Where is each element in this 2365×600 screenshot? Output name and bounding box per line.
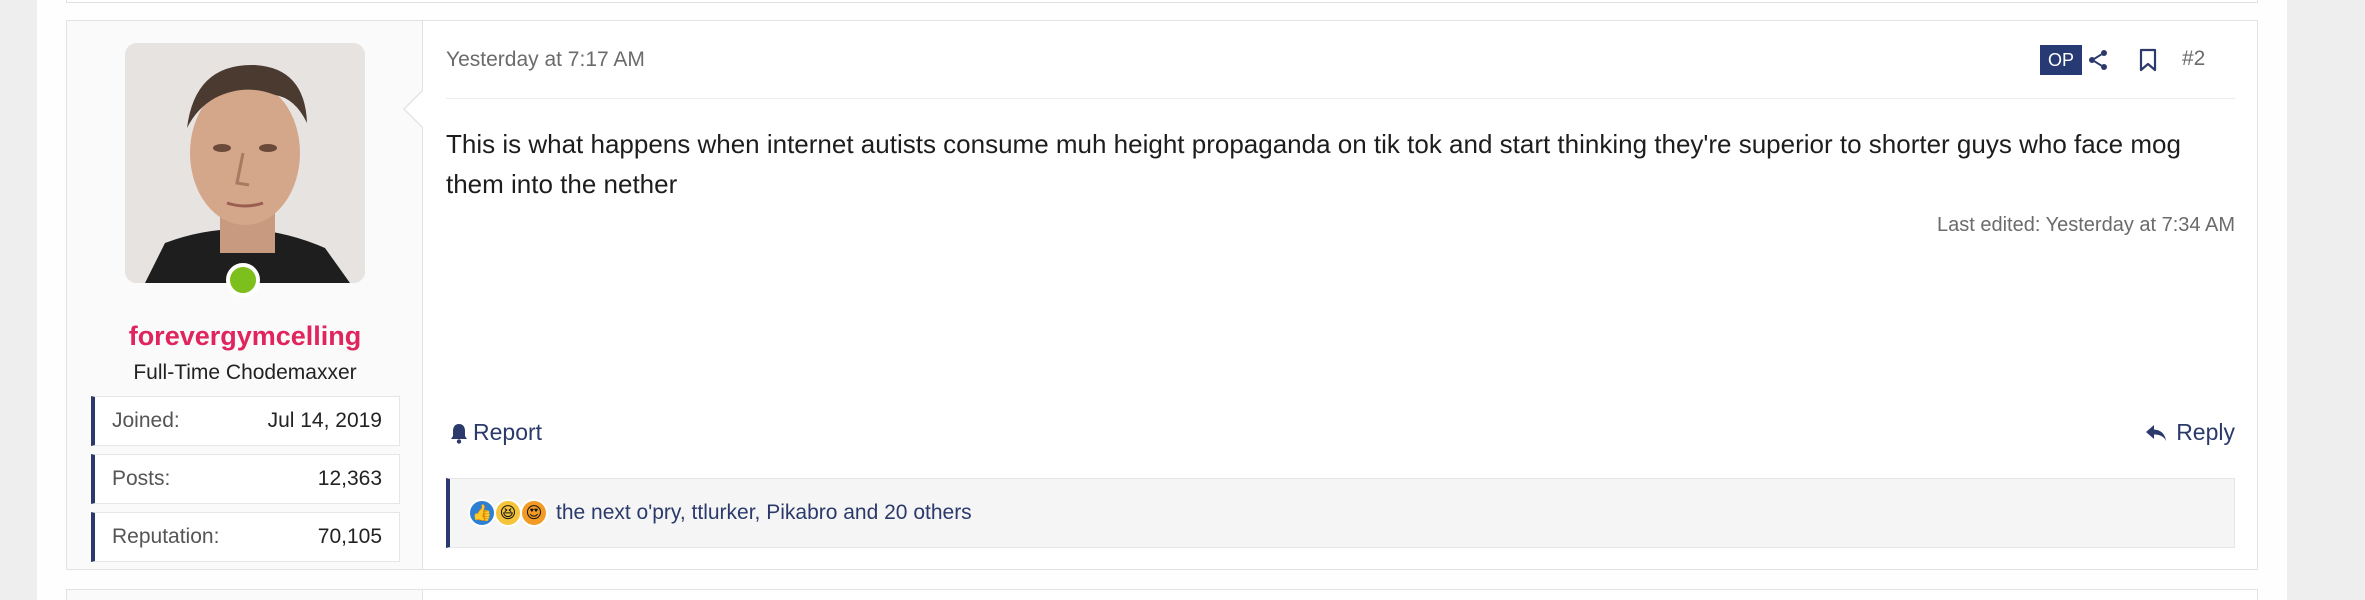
header-divider bbox=[446, 98, 2235, 99]
love-icon: 😍 bbox=[520, 499, 548, 527]
reply-label: Reply bbox=[2176, 419, 2235, 445]
stat-value: Jul 14, 2019 bbox=[267, 409, 382, 432]
reaction-icons: 👍 😆 😍 bbox=[468, 499, 548, 527]
stat-reputation: Reputation: 70,105 bbox=[91, 512, 400, 562]
op-badge: OP bbox=[2040, 45, 2082, 75]
previous-post-edge bbox=[66, 0, 2258, 3]
stat-label: Joined: bbox=[112, 409, 180, 432]
stat-value: 12,363 bbox=[317, 467, 382, 490]
like-icon: 👍 bbox=[468, 499, 496, 527]
bookmark-icon[interactable] bbox=[2131, 43, 2165, 77]
bell-icon bbox=[451, 423, 467, 444]
post-number-link[interactable]: #2 bbox=[2182, 47, 2205, 71]
post-main: Yesterday at 7:17 AM OP #2 This is what … bbox=[423, 21, 2257, 569]
report-label: Report bbox=[473, 419, 543, 445]
avatar-portrait-icon bbox=[125, 43, 365, 283]
stat-label: Posts: bbox=[112, 467, 171, 490]
laugh-icon: 😆 bbox=[494, 499, 522, 527]
last-edited: Last edited: Yesterday at 7:34 AM bbox=[1937, 214, 2235, 236]
reply-icon bbox=[2146, 424, 2167, 441]
post-date-link[interactable]: Yesterday at 7:17 AM bbox=[446, 48, 645, 72]
reply-button[interactable]: Reply bbox=[2144, 419, 2235, 446]
stat-value: 70,105 bbox=[317, 525, 382, 548]
forum-post: forevergymcelling Full-Time Chodemaxxer … bbox=[66, 20, 2258, 570]
post-user-info: forevergymcelling Full-Time Chodemaxxer … bbox=[67, 21, 423, 569]
avatar[interactable] bbox=[125, 43, 365, 283]
post-body: This is what happens when internet autis… bbox=[446, 129, 2181, 199]
reactions-bar[interactable]: 👍 😆 😍 the next o'pry, ttlurker, Pikabro … bbox=[446, 478, 2235, 548]
stat-label: Reputation: bbox=[112, 525, 220, 548]
report-button[interactable]: Report bbox=[449, 419, 542, 446]
post-arrow-inner bbox=[405, 91, 423, 127]
page-gutter bbox=[2287, 0, 2365, 600]
share-icon[interactable] bbox=[2081, 43, 2115, 77]
next-post-edge bbox=[66, 589, 2258, 600]
username-link[interactable]: forevergymcelling bbox=[67, 321, 423, 352]
user-title: Full-Time Chodemaxxer bbox=[133, 361, 357, 384]
stat-joined: Joined: Jul 14, 2019 bbox=[91, 396, 400, 446]
online-status-indicator bbox=[226, 263, 260, 297]
stat-posts: Posts: 12,363 bbox=[91, 454, 400, 504]
reactions-text[interactable]: the next o'pry, ttlurker, Pikabro and 20… bbox=[556, 501, 972, 525]
next-post-user-col bbox=[67, 590, 423, 600]
